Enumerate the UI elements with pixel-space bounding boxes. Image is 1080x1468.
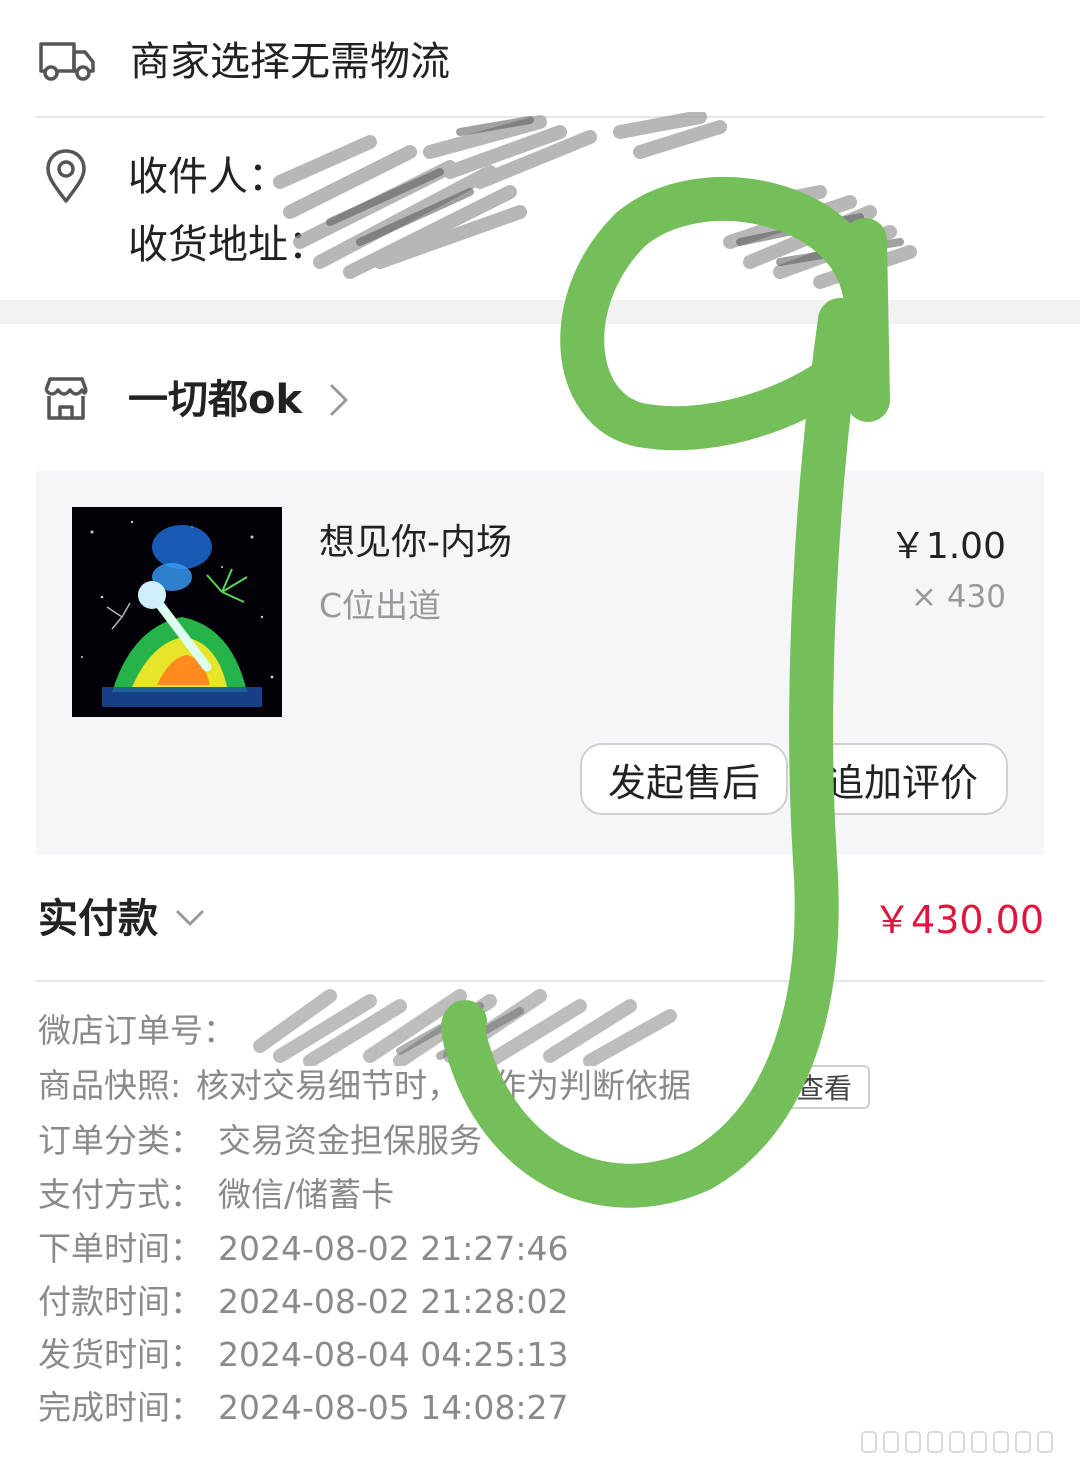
truck-icon [38,38,96,86]
order-time-value: 2024-08-02 21:27:46 [218,1229,569,1268]
payment-method-label: 支付方式： [38,1175,203,1214]
chevron-down-icon[interactable] [174,907,206,933]
paid-amount-value: ￥430.00 [873,898,1044,942]
store-icon [42,376,90,426]
payment-time-label: 付款时间： [38,1282,203,1321]
product-quantity: × 430 [911,579,1006,615]
chevron-right-icon[interactable] [328,382,350,422]
logistics-text: 商家选择无需物流 [130,39,450,85]
paid-amount-label: 实付款 [38,896,158,942]
complete-time-label: 完成时间： [38,1388,203,1427]
product-thumbnail [72,507,282,717]
shop-name[interactable]: 一切都ok [128,380,302,420]
snapshot-text: 核对交易细节时，可作为判断依据 [196,1066,691,1105]
product-item[interactable]: 想见你-内场 C位出道 ￥1.00 × 430 发起售后 追加评价 [36,471,1044,855]
ship-time-value: 2024-08-04 04:25:13 [218,1335,569,1374]
order-card: 一切都ok 想见你-内场 C位出道 ￥1.00 × 430 发起售后 追加评价 … [0,324,1080,1468]
location-pin-icon [44,148,88,208]
complete-time-value: 2024-08-05 14:08:27 [218,1388,569,1427]
ship-time-label: 发货时间： [38,1335,203,1374]
home-indicator-icon [861,1431,1053,1453]
order-category-label: 订单分类： [38,1121,203,1160]
privacy-scribble [273,112,917,289]
order-number-label: 微店订单号： [38,1011,236,1050]
after-sale-button[interactable]: 发起售后 [580,743,788,815]
add-review-button[interactable]: 追加评价 [796,743,1008,815]
order-category-value: 交易资金担保服务 [218,1121,482,1160]
payment-method-value: 微信/储蓄卡 [218,1175,395,1214]
product-price: ￥1.00 [889,526,1006,567]
order-time-label: 下单时间： [38,1229,203,1268]
logistics-card: 商家选择无需物流 收件人： 收货地址： [0,0,1080,300]
snapshot-label: 商品快照: [38,1066,182,1105]
product-spec: C位出道 [319,586,442,625]
snapshot-view-button[interactable]: 查看 [778,1065,870,1109]
product-title: 想见你-内场 [319,522,512,563]
payment-time-value: 2024-08-02 21:28:02 [218,1282,569,1321]
order-number-scribble [253,989,677,1066]
